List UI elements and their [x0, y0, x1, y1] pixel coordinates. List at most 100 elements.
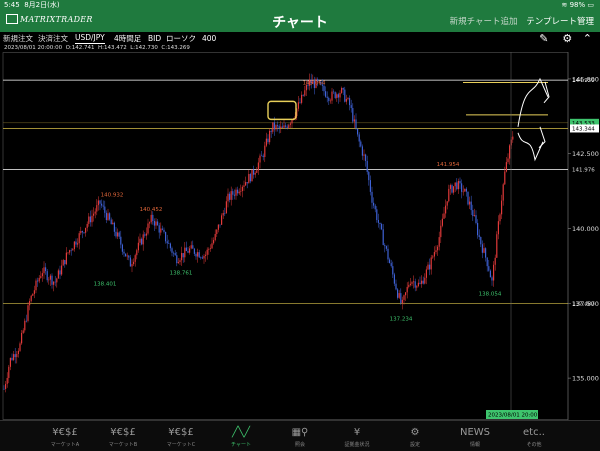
candle-body [14, 354, 16, 358]
candle-body [379, 222, 381, 224]
chevron-up-icon[interactable]: ⌃ [583, 32, 592, 45]
candle-body [149, 222, 151, 224]
side-selector[interactable]: BID [148, 32, 161, 46]
timeframe-selector[interactable]: 4時間足 [114, 32, 141, 46]
pair-selector[interactable]: USD/JPY [75, 32, 105, 44]
close-order-button[interactable]: 決済注文 [38, 32, 68, 46]
pencil-icon[interactable]: ✎ [539, 32, 548, 45]
candle-body [429, 264, 431, 270]
candle-body [443, 213, 445, 219]
level-label: 143.344 [572, 126, 595, 132]
tab-4[interactable]: ▦⚲ 照会 [268, 421, 332, 451]
gear-icon[interactable]: ⚙ [562, 32, 572, 45]
candle-body [446, 201, 448, 206]
candle-body [384, 245, 386, 247]
y-tick-label: 135.000 [572, 375, 599, 383]
candle-body [345, 99, 347, 102]
candle-body [174, 253, 176, 256]
candle-body [200, 257, 202, 259]
candle-body [267, 138, 269, 143]
candle-body [189, 248, 191, 253]
candle-body [491, 277, 493, 281]
candle-body [77, 243, 79, 245]
candle-body [153, 220, 155, 226]
tab-8[interactable]: etc.. その他 [502, 421, 566, 451]
tab-6[interactable]: ⚙ 設定 [383, 421, 447, 451]
candle-body [334, 92, 336, 98]
candle-body [160, 228, 162, 233]
candle-body [469, 201, 471, 205]
candle-body [253, 169, 255, 175]
nav-bar: MATRIXTRADER チャート 新規チャート追加 テンプレート管理 [0, 10, 600, 32]
tab-7[interactable]: NEWS 情報 [443, 421, 507, 451]
candle-body [85, 227, 87, 233]
candle-body [32, 293, 34, 296]
template-manage-button[interactable]: テンプレート管理 [526, 17, 594, 27]
candle-body [291, 119, 293, 124]
candle-body [390, 263, 392, 267]
candle-body [40, 276, 42, 278]
candle-body [481, 244, 483, 253]
info-high: H:143.472 [98, 45, 127, 51]
candle-body [137, 242, 139, 251]
candle-body [157, 221, 159, 226]
candle-body [88, 216, 90, 224]
candle-body [405, 292, 407, 296]
candle-body [277, 125, 279, 127]
candle-body [117, 232, 119, 237]
tab-5[interactable]: ¥ 証拠金状況 [325, 421, 389, 451]
candle-body [304, 90, 306, 96]
candle-body [505, 162, 507, 172]
candle-body [445, 205, 447, 214]
candle-body [453, 186, 455, 193]
candle-body [509, 145, 511, 159]
candle-body [86, 223, 88, 228]
tab-label: 情報 [469, 442, 480, 448]
candle-body [488, 266, 490, 271]
candle-body [411, 282, 413, 284]
candle-body [301, 94, 303, 103]
tab-0[interactable]: ¥€$£ マーケットA [33, 421, 97, 451]
candle-body [288, 124, 290, 128]
chart-type-selector[interactable]: ローソク [166, 32, 196, 46]
price-annotation: 140.932 [101, 193, 124, 199]
candle-body [400, 293, 402, 303]
tab-3[interactable]: ╱╲╱ チャート [209, 421, 273, 451]
candle-body [283, 125, 285, 128]
count-selector[interactable]: 400 [202, 32, 216, 46]
candle-body [281, 126, 283, 128]
new-order-button[interactable]: 新規注文 [3, 32, 33, 46]
candle-body [486, 257, 488, 267]
add-chart-button[interactable]: 新規チャート追加 [450, 17, 518, 27]
candle-body [249, 173, 251, 182]
candle-body [22, 330, 24, 333]
candle-body [381, 223, 383, 230]
candle-body [225, 201, 227, 214]
tab-1[interactable]: ¥€$£ マーケットB [91, 421, 155, 451]
candle-body [417, 282, 419, 287]
candle-body [121, 244, 123, 252]
candle-body [70, 250, 72, 251]
candle-body [464, 188, 466, 192]
candle-body [142, 234, 144, 245]
candle-body [273, 122, 275, 130]
candlestick-chart[interactable]: 145.000142.500140.000137.500135.0002023/… [0, 52, 600, 420]
candle-body [230, 191, 232, 200]
candle-body [33, 290, 35, 294]
plot-frame [2, 52, 569, 420]
candle-body [13, 354, 15, 360]
candle-body [259, 155, 261, 163]
candle-body [64, 260, 66, 265]
candle-body [349, 98, 351, 106]
candle-body [93, 213, 95, 216]
candle-body [198, 252, 200, 258]
candle-body [24, 320, 26, 331]
candle-body [337, 94, 339, 98]
candle-body [483, 248, 485, 253]
bottom-tab-bar: ¥€$£ マーケットA ¥€$£ マーケットB ¥€$£ マーケットC ╱╲╱ チャート ▦⚲ 照… [0, 420, 600, 451]
price-annotation: 140.452 [140, 207, 163, 213]
info-close: C:143.269 [161, 45, 190, 51]
tab-2[interactable]: ¥€$£ マーケットC [149, 421, 213, 451]
candle-body [126, 255, 128, 257]
candle-body [473, 215, 475, 217]
